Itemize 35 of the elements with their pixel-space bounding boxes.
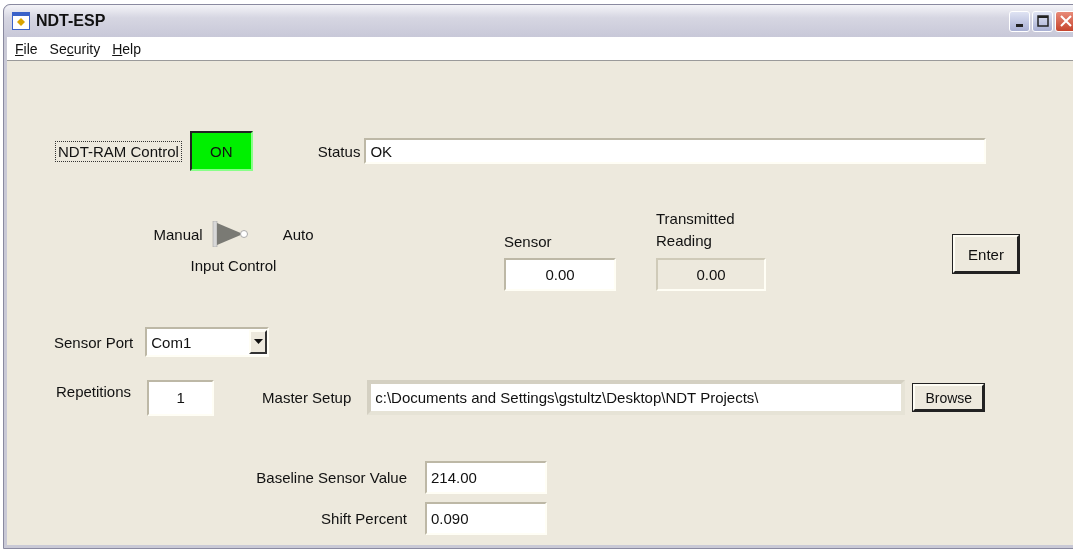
- switch-label: Auto: [282, 225, 314, 243]
- close-icon: [1059, 15, 1072, 27]
- switch-label: Manual: [153, 225, 203, 243]
- switch-caption: Input Control: [190, 257, 277, 274]
- caret-icon: [253, 339, 263, 345]
- on-toggle-button[interactable]: ON: [189, 131, 253, 171]
- menu-item[interactable]: Security: [45, 40, 109, 57]
- menu-item[interactable]: File: [11, 40, 46, 57]
- reading-label: Transmitted Reading: [656, 209, 736, 251]
- control-label: NDT-RAM Control: [55, 140, 182, 162]
- status-label: Status: [317, 142, 361, 160]
- enter-button[interactable]: Enter: [953, 235, 1019, 273]
- maximize-button[interactable]: [1032, 10, 1053, 32]
- window-title: NDT-ESP: [36, 12, 107, 30]
- reading-display: 0.00: [656, 258, 766, 291]
- baseline-label: Baseline Sensor Value: [255, 469, 407, 486]
- sensor-label: Sensor: [504, 233, 553, 250]
- maximize-icon: [1036, 15, 1049, 27]
- sensor-field[interactable]: 0.00: [504, 258, 616, 291]
- app-icon: [12, 12, 30, 30]
- port-dropdown[interactable]: Com1: [145, 327, 270, 357]
- setup-label: Master Setup: [262, 389, 352, 406]
- baseline-field[interactable]: 214.00: [425, 461, 547, 494]
- repetitions-field[interactable]: 1: [147, 379, 215, 416]
- minimize-button[interactable]: [1009, 10, 1030, 32]
- menu-item[interactable]: Help: [108, 40, 149, 57]
- shift-field[interactable]: 0.090: [425, 502, 547, 535]
- minimize-icon: [1016, 23, 1023, 27]
- port-label: Sensor Port: [54, 333, 134, 351]
- shift-label: Shift Percent: [320, 510, 407, 527]
- status-field: OK: [364, 138, 987, 164]
- close-button[interactable]: [1055, 10, 1073, 32]
- browse-button[interactable]: Browse: [913, 384, 985, 411]
- repetitions-label: Repetitions: [56, 383, 132, 400]
- path-field[interactable]: c:\Documents and Settings\gstultz\Desktop\NDT Projects\: [367, 380, 906, 415]
